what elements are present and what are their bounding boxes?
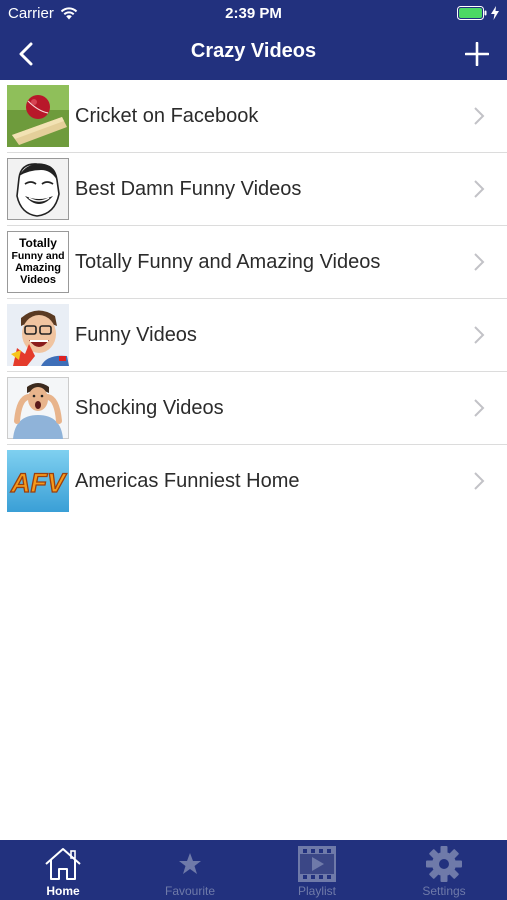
tab-favourite[interactable]: Favourite [127,840,253,900]
tab-label: Playlist [297,884,336,898]
chevron-right-icon [474,107,485,125]
tab-bar: Home Favourite Playlist Settings [0,840,507,900]
status-bar: Carrier 2:39 PM [0,0,507,28]
afv-logo-thumbnail: AFV [7,450,69,512]
chevron-right-icon [474,399,485,417]
battery-icon [457,6,499,20]
chevron-right-icon [474,253,485,271]
list-item-label: Totally Funny and Amazing Videos [75,251,381,273]
svg-text:Videos: Videos [20,274,56,286]
list-item-label: Funny Videos [75,324,197,346]
video-list: Cricket on Facebook Best Damn Funny Vide… [0,80,507,518]
clock: 2:39 PM [225,5,282,22]
cricket-ball-thumbnail [7,85,69,147]
svg-text:AFV: AFV [10,468,67,498]
list-item-label: Americas Funniest Home [75,470,300,492]
plus-icon [465,42,489,66]
list-item[interactable]: Funny Videos [0,299,507,372]
list-item[interactable]: Shocking Videos [0,372,507,445]
chevron-right-icon [474,180,485,198]
shocked-man-thumbnail [7,377,69,439]
tab-playlist[interactable]: Playlist [254,840,380,900]
star-icon [127,845,253,883]
charging-bolt-icon [491,6,499,20]
tab-settings[interactable]: Settings [381,840,507,900]
house-icon [0,845,126,883]
playlist-icon [254,845,380,883]
gear-icon [381,845,507,883]
list-item-label: Best Damn Funny Videos [75,178,302,200]
list-item[interactable]: Best Damn Funny Videos [0,153,507,226]
tab-label: Settings [422,884,466,898]
list-item-label: Cricket on Facebook [75,105,259,127]
list-item[interactable]: Totally Funny and Amazing Videos Totally… [0,226,507,299]
tab-label: Favourite [164,884,216,898]
laughing-man-thumbnail [7,304,69,366]
list-item-label: Shocking Videos [75,397,224,419]
app-header: Carrier 2:39 PM Crazy Videos [0,0,507,80]
add-button[interactable] [457,34,497,74]
svg-text:Funny and: Funny and [11,250,64,262]
page-title: Crazy Videos [190,40,317,62]
list-item[interactable]: AFV Americas Funniest Home [0,445,507,518]
svg-text:Amazing: Amazing [15,262,61,274]
chevron-right-icon [474,326,485,344]
meme-face-thumbnail [7,158,69,220]
nav-bar: Crazy Videos [0,28,507,80]
text-thumbnail: Totally Funny and Amazing Videos [7,231,69,293]
tab-home[interactable]: Home [0,840,126,900]
chevron-right-icon [474,472,485,490]
svg-text:Totally: Totally [19,236,57,250]
tab-label: Home [46,884,80,898]
list-item[interactable]: Cricket on Facebook [0,80,507,153]
